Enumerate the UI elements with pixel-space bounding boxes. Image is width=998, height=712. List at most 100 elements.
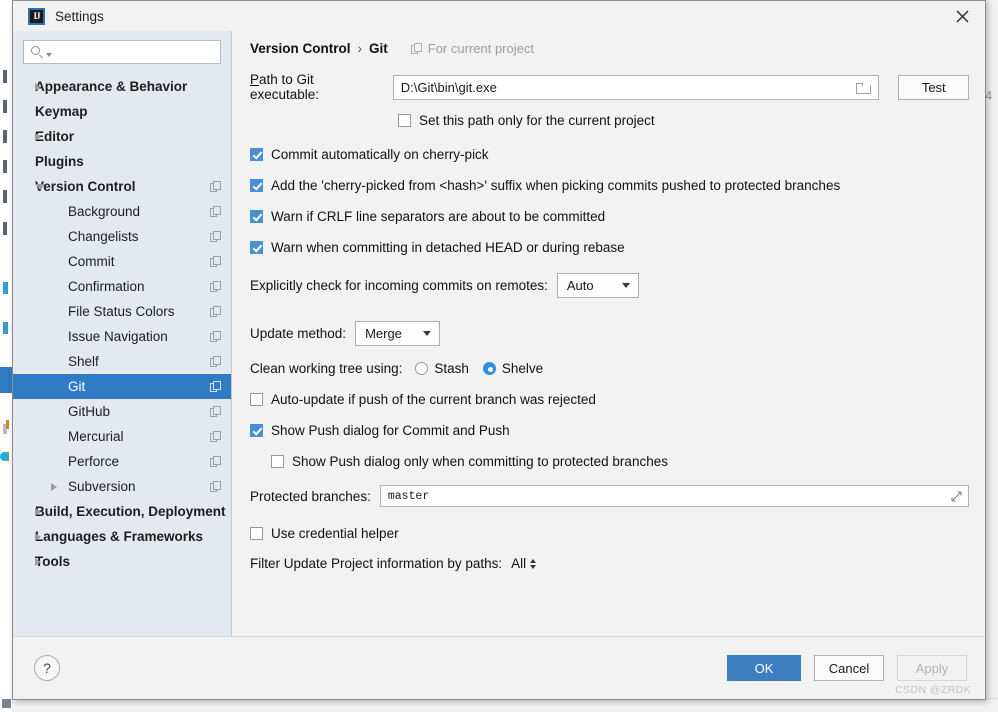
commit-automatically-row[interactable]: Commit automatically on cherry-pick [250, 147, 969, 162]
path-to-git-input[interactable]: D:\Git\bin\git.exe [392, 74, 880, 100]
chevron-down-icon[interactable] [35, 183, 45, 190]
sidebar-item-changelists[interactable]: Changelists [13, 224, 231, 249]
credential-helper-row[interactable]: Use credential helper [250, 526, 969, 541]
sidebar-item-tools[interactable]: Tools [13, 549, 231, 574]
gutter-mark [3, 190, 7, 203]
show-push-protected-checkbox[interactable] [271, 455, 284, 468]
stash-radio[interactable] [415, 362, 429, 375]
credential-helper-label: Use credential helper [271, 526, 399, 541]
chevron-right-icon[interactable] [35, 132, 41, 141]
sidebar-item-languages-frameworks[interactable]: Languages & Frameworks [13, 524, 231, 549]
sidebar-item-build-execution-deployment[interactable]: Build, Execution, Deployment [13, 499, 231, 524]
sidebar-item-perforce[interactable]: Perforce [13, 449, 231, 474]
gutter-accent [6, 420, 9, 429]
sidebar-item-label: File Status Colors [68, 304, 175, 319]
commit-automatically-checkbox[interactable] [250, 148, 263, 161]
cancel-button[interactable]: Cancel [814, 655, 884, 681]
search-input[interactable] [23, 40, 221, 64]
project-scope-label: For current project [427, 40, 534, 56]
ok-button[interactable]: OK [727, 655, 801, 681]
stash-label: Stash [434, 361, 469, 376]
sidebar-item-label: GitHub [68, 404, 111, 419]
sidebar-item-mercurial[interactable]: Mercurial [13, 424, 231, 449]
sidebar-item-background[interactable]: Background [13, 199, 231, 224]
sidebar-item-version-control[interactable]: Version Control [13, 174, 231, 199]
apply-button: Apply [897, 655, 967, 681]
chevron-right-icon[interactable] [35, 507, 41, 516]
show-push-dialog-checkbox[interactable] [250, 424, 263, 437]
warn-detached-head-checkbox[interactable] [250, 241, 263, 254]
shelve-radio[interactable] [482, 362, 496, 375]
project-scope-icon [210, 256, 221, 267]
warn-crlf-checkbox[interactable] [250, 210, 263, 223]
cherry-picked-suffix-label: Add the 'cherry-picked from <hash>' suff… [271, 178, 841, 193]
background-text-fragment: 4 [985, 88, 993, 103]
breadcrumb-parent[interactable]: Version Control [250, 41, 351, 56]
set-path-only-row[interactable]: Set this path only for the current proje… [398, 113, 969, 128]
gutter-mark [3, 70, 7, 83]
project-scope-icon [210, 181, 221, 192]
update-method-row: Update method: Merge [250, 321, 969, 346]
chevron-right-icon[interactable] [35, 532, 41, 541]
filter-paths-label: Filter Update Project information by pat… [250, 556, 503, 571]
cherry-picked-suffix-row[interactable]: Add the 'cherry-picked from <hash>' suff… [250, 178, 969, 193]
chevron-right-icon[interactable] [51, 482, 57, 491]
close-icon[interactable] [939, 1, 985, 31]
commit-automatically-label: Commit automatically on cherry-pick [271, 147, 489, 162]
help-button[interactable]: ? [34, 655, 60, 681]
clean-working-tree-label: Clean working tree using: [250, 361, 403, 376]
sidebar-item-appearance-behavior[interactable]: Appearance & Behavior [13, 74, 231, 99]
sidebar-item-github[interactable]: GitHub [13, 399, 231, 424]
folder-icon[interactable] [856, 82, 872, 94]
set-path-only-label: Set this path only for the current proje… [419, 113, 655, 128]
auto-update-push-row[interactable]: Auto-update if push of the current branc… [250, 392, 969, 407]
test-button[interactable]: Test [898, 74, 969, 100]
warn-detached-head-row[interactable]: Warn when committing in detached HEAD or… [250, 240, 969, 255]
search-icon [31, 45, 45, 59]
update-method-label: Update method: [250, 326, 347, 341]
protected-branches-label: Protected branches: [250, 488, 371, 504]
chevron-right-icon[interactable] [35, 82, 41, 91]
expand-icon[interactable] [951, 491, 962, 502]
chevron-right-icon[interactable] [35, 557, 41, 566]
sidebar-item-subversion[interactable]: Subversion [13, 474, 231, 499]
filter-paths-value[interactable]: All [511, 556, 526, 571]
sidebar-item-label: Commit [68, 254, 115, 269]
gutter-mark [3, 100, 7, 113]
chevron-down-icon [621, 283, 630, 288]
sidebar-item-label: Version Control [35, 179, 136, 194]
settings-sidebar: Appearance & Behavior Keymap Editor Plugins… [13, 31, 232, 637]
sidebar-item-git[interactable]: Git [13, 374, 231, 399]
sidebar-item-confirmation[interactable]: Confirmation [13, 274, 231, 299]
sidebar-item-plugins[interactable]: Plugins [13, 149, 231, 174]
warn-crlf-row[interactable]: Warn if CRLF line separators are about t… [250, 209, 969, 224]
show-push-protected-row[interactable]: Show Push dialog only when committing to… [271, 454, 969, 469]
sidebar-item-issue-navigation[interactable]: Issue Navigation [13, 324, 231, 349]
sidebar-item-commit[interactable]: Commit [13, 249, 231, 274]
window-title: Settings [55, 8, 104, 24]
gutter-mark [3, 222, 7, 235]
gutter-accent [3, 282, 8, 294]
sidebar-item-file-status-colors[interactable]: File Status Colors [13, 299, 231, 324]
credential-helper-checkbox[interactable] [250, 527, 263, 540]
background-square [2, 699, 11, 708]
chevron-down-icon [46, 53, 52, 57]
gutter-mark [3, 130, 7, 143]
set-path-only-checkbox[interactable] [398, 114, 411, 127]
sidebar-item-editor[interactable]: Editor [13, 124, 231, 149]
cherry-picked-suffix-checkbox[interactable] [250, 179, 263, 192]
show-push-protected-label: Show Push dialog only when committing to… [292, 454, 668, 469]
update-method-select[interactable]: Merge [355, 321, 441, 346]
protected-branches-row: Protected branches: master [250, 485, 969, 507]
project-scope-icon [210, 306, 221, 317]
sidebar-item-keymap[interactable]: Keymap [13, 99, 231, 124]
auto-update-push-checkbox[interactable] [250, 393, 263, 406]
sidebar-item-shelf[interactable]: Shelf [13, 349, 231, 374]
protected-branches-input[interactable]: master [379, 485, 969, 507]
show-push-dialog-row[interactable]: Show Push dialog for Commit and Push [250, 423, 969, 438]
project-scope-icon [210, 431, 221, 442]
filter-paths-stepper-icon[interactable] [530, 558, 537, 569]
incoming-commits-select[interactable]: Auto [556, 273, 639, 298]
project-scope-icon [210, 356, 221, 367]
sidebar-item-label: Keymap [35, 104, 88, 119]
